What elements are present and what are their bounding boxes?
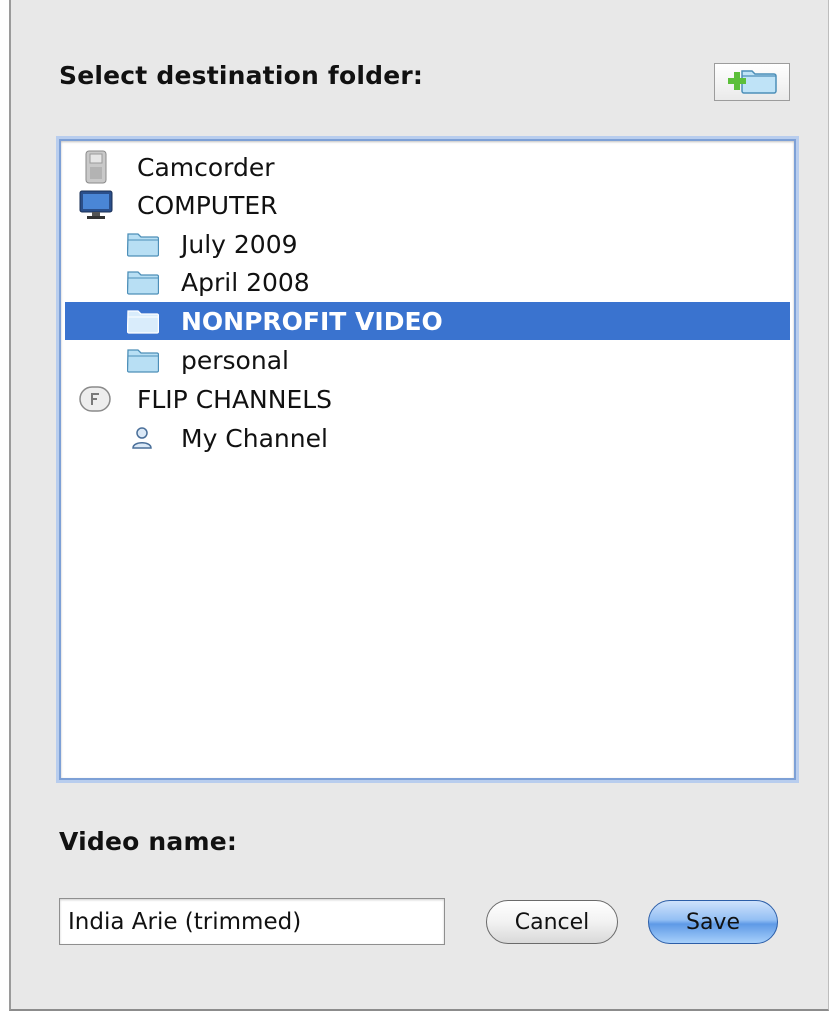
tree-item-july-2009[interactable]: July 2009 [65,225,790,263]
video-name-input[interactable] [59,898,445,945]
new-folder-icon [726,65,778,99]
tree-item-nonprofit-video[interactable]: NONPROFIT VIDEO [65,302,790,340]
tree-item-label: Camcorder [137,152,275,182]
folder-heading: Select destination folder: [59,61,424,90]
camcorder-icon [85,150,107,184]
tree-item-label: My Channel [181,423,328,453]
tree-item-label: NONPROFIT VIDEO [181,306,443,336]
tree-item-flip-channels[interactable]: FLIP CHANNELS [65,380,790,418]
new-folder-button[interactable] [714,63,790,101]
tree-item-label: July 2009 [181,229,298,259]
tree-item-label: April 2008 [181,267,310,297]
save-button[interactable]: Save [648,900,778,944]
folder-icon [127,347,159,373]
person-icon [131,426,153,450]
video-name-heading: Video name: [59,827,238,856]
tree-item-my-channel[interactable]: My Channel [65,419,790,457]
flip-channels-icon [79,386,111,412]
tree-item-label: FLIP CHANNELS [137,384,333,414]
computer-icon [79,190,113,220]
folder-tree[interactable]: Camcorder COMPUTER July 2009 April 2008 … [59,139,796,780]
cancel-button[interactable]: Cancel [486,900,618,944]
folder-icon [127,231,159,257]
tree-item-label: personal [181,345,289,375]
folder-icon [127,308,159,334]
tree-item-april-2008[interactable]: April 2008 [65,263,790,301]
tree-item-computer[interactable]: COMPUTER [65,186,790,224]
tree-item-personal[interactable]: personal [65,341,790,379]
tree-item-camcorder[interactable]: Camcorder [65,148,790,186]
save-dialog: Select destination folder: Camcorder COM… [9,0,829,1011]
folder-icon [127,269,159,295]
tree-item-label: COMPUTER [137,190,278,220]
